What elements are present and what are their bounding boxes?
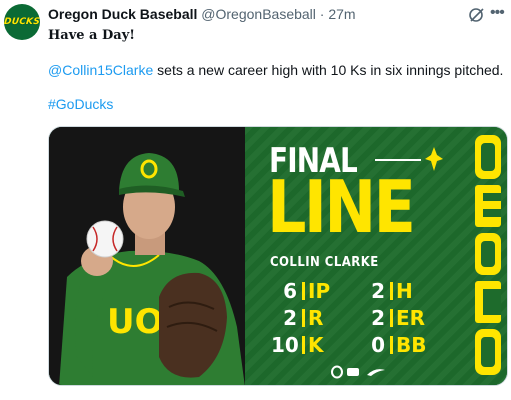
hashtag-line: #GoDucks xyxy=(48,96,113,112)
stats-panel: FINAL LINE COLLIN CLARKE 6 IP 2H 2R 2 ER 1… xyxy=(245,127,507,385)
display-name[interactable]: Oregon Duck Baseball xyxy=(48,6,197,22)
jersey-lettering: UO xyxy=(107,302,164,342)
tweet-text-line-1: Have a Day! xyxy=(48,28,135,43)
stat-bb: 0 BB xyxy=(371,333,427,357)
tweet-media[interactable]: UO FINAL LINE COLLIN CLARKE 6 IP 2 H 2 R… xyxy=(48,126,508,386)
handle[interactable]: @OregonBaseball xyxy=(201,6,316,22)
tweet-text-line-2: @Collin15Clarke sets a new career high w… xyxy=(48,62,503,78)
avatar-logo-text: DUCKS xyxy=(4,17,40,27)
hashtag-link[interactable]: #GoDucks xyxy=(48,96,113,112)
stat-ip: 6 IP xyxy=(283,279,331,303)
spearhead-icon xyxy=(425,147,443,171)
player-name: COLLIN CLARKE xyxy=(270,255,379,270)
line-title: LINE xyxy=(267,165,416,249)
more-icon[interactable]: ••• xyxy=(490,4,505,22)
title-divider xyxy=(375,159,421,161)
player-photo: UO xyxy=(49,127,245,385)
stat-r: 2R xyxy=(283,306,324,330)
vertical-brand-wordmark xyxy=(475,135,501,375)
stat-h: 2H xyxy=(371,279,413,303)
mention-link[interactable]: @Collin15Clarke xyxy=(48,62,153,78)
brand-logos xyxy=(331,365,385,379)
tweet-header: Oregon Duck Baseball @OregonBaseball · 2… xyxy=(48,6,441,22)
stat-k: 10 K xyxy=(271,333,324,357)
avatar[interactable]: DUCKS xyxy=(4,4,40,40)
stat-er: 2 ER xyxy=(371,306,426,330)
grok-icon[interactable] xyxy=(468,6,486,24)
tweet-text-rest: sets a new career high with 10 Ks in six… xyxy=(153,62,504,78)
time-separator: · xyxy=(319,6,325,22)
timestamp[interactable]: 27m xyxy=(328,6,355,22)
